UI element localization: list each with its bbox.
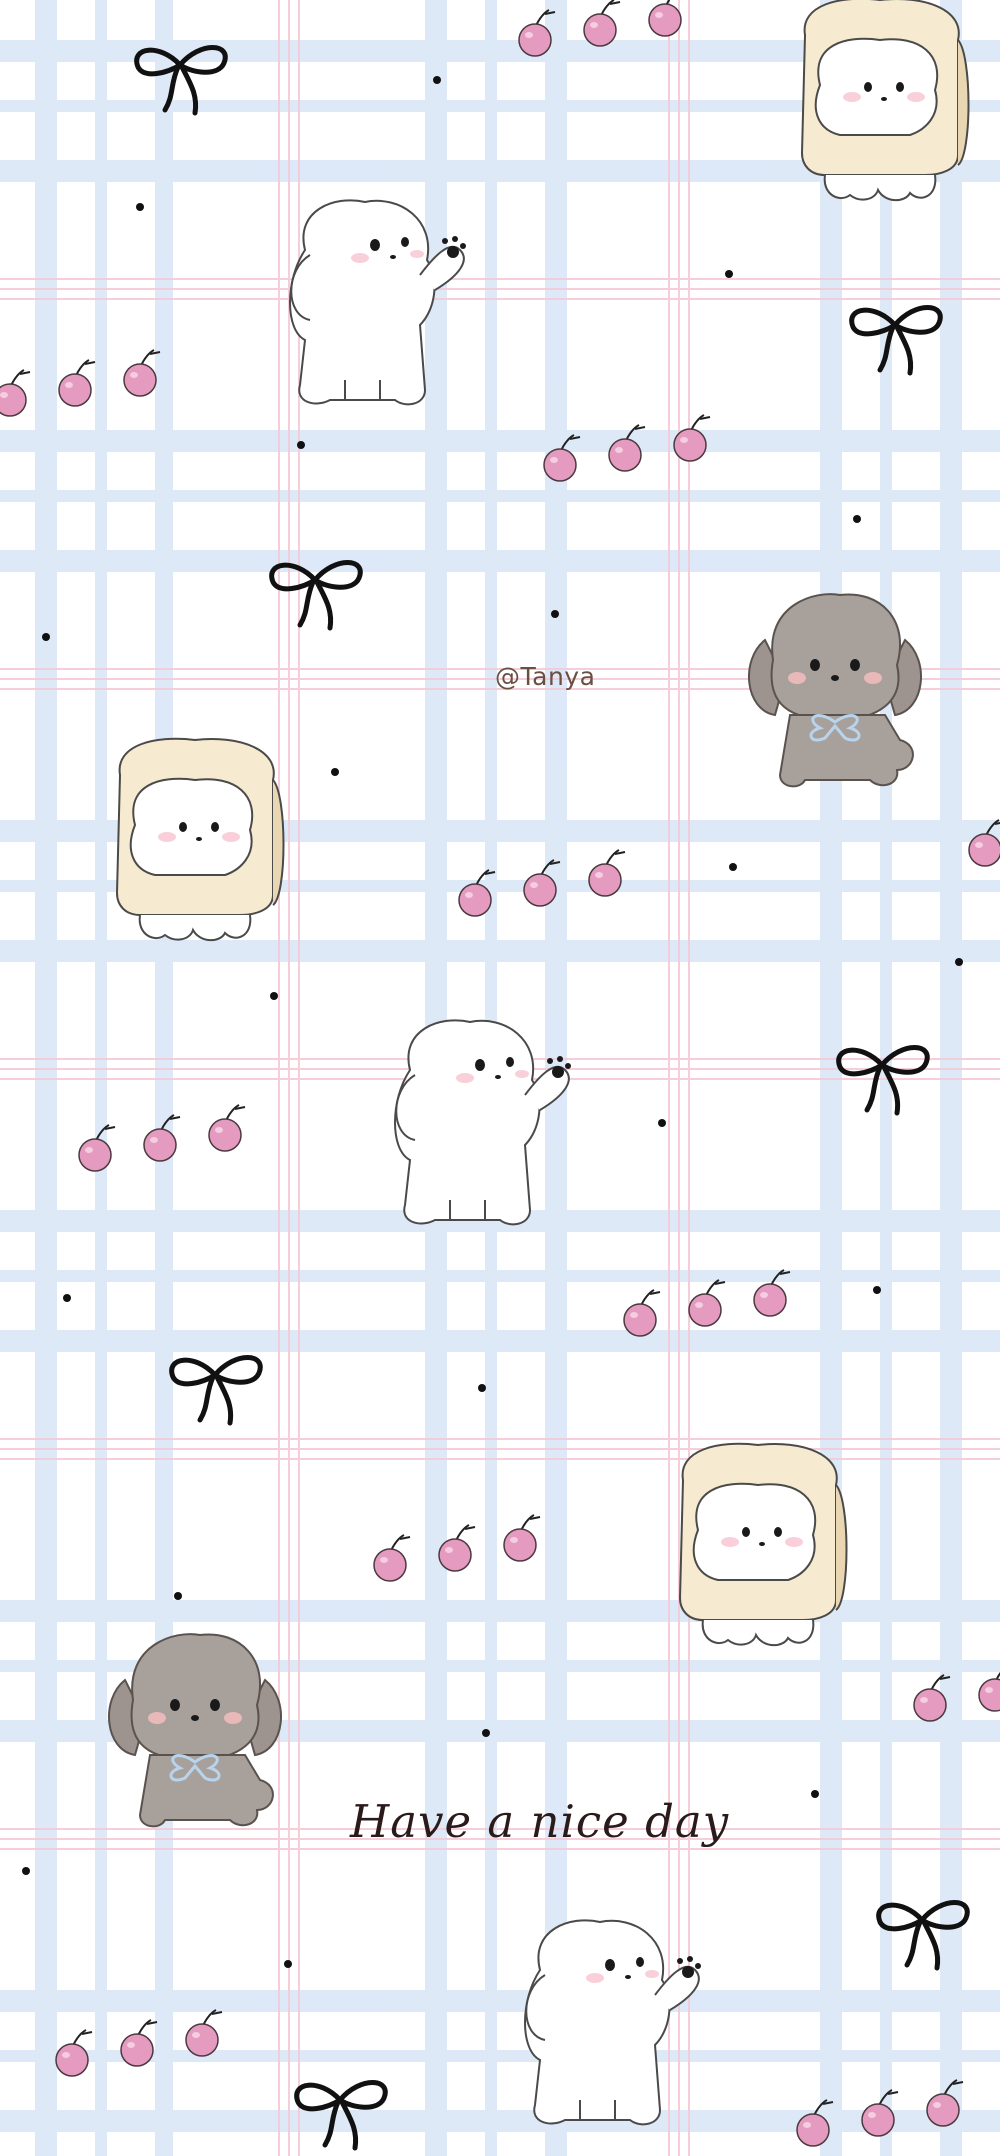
white-dog-in-toast-icon [116, 737, 285, 942]
white-dog-in-toast-icon [801, 0, 970, 202]
white-dog-in-toast-icon [679, 1442, 848, 1647]
watermark-text: @Tanya [495, 662, 596, 691]
slogan-text: Have a nice day [350, 1795, 730, 1848]
